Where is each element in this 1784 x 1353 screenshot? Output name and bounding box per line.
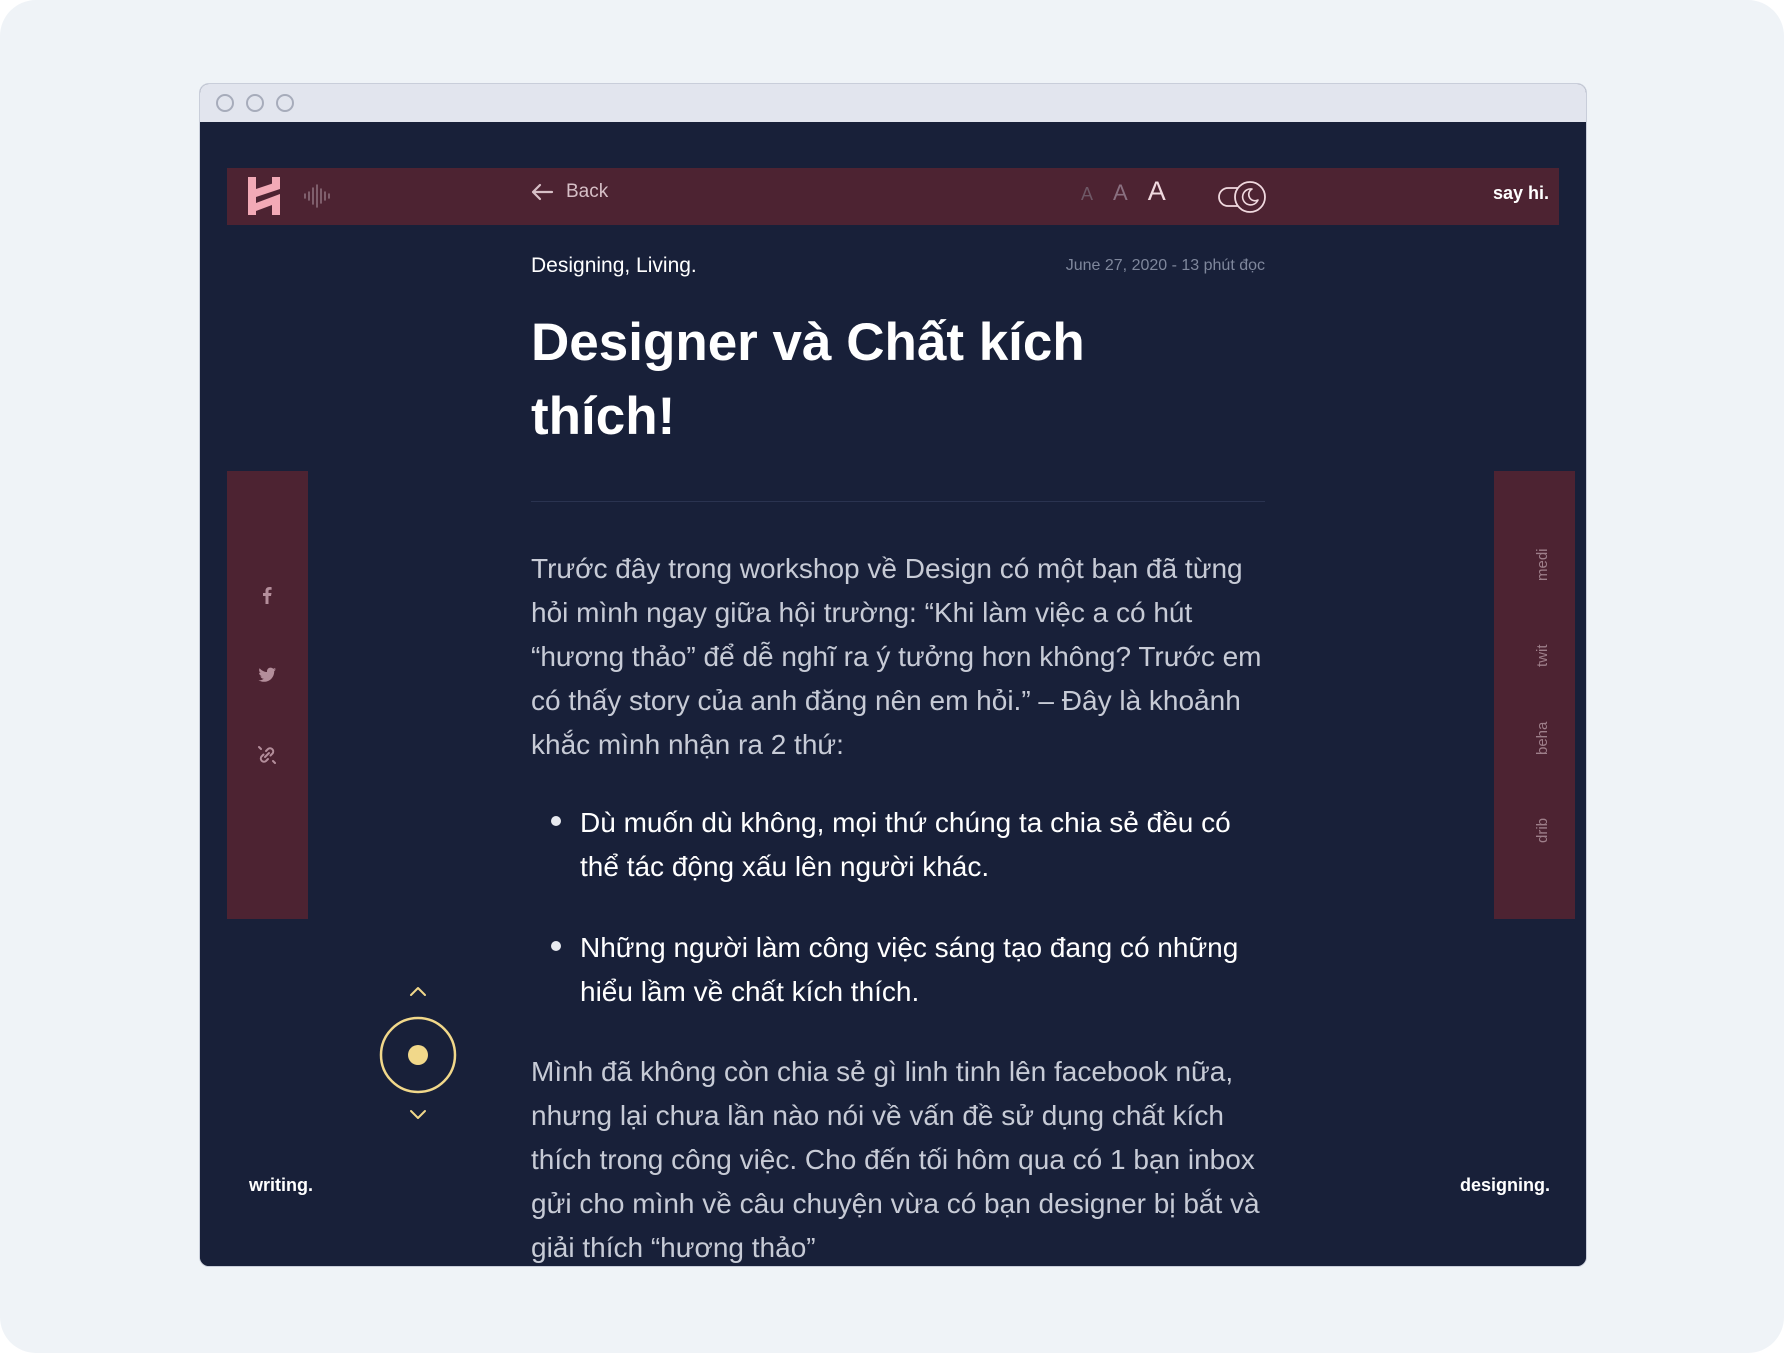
- designing-nav-link[interactable]: designing.: [1460, 1175, 1550, 1196]
- writing-nav-link[interactable]: writing.: [249, 1175, 313, 1196]
- bullet-item: Những người làm công việc sáng tạo đang …: [531, 926, 1271, 1014]
- article-categories[interactable]: Designing, Living.: [531, 254, 697, 278]
- back-link[interactable]: Back: [530, 181, 608, 203]
- say-hi-link[interactable]: say hi.: [1493, 183, 1549, 204]
- social-link-twitter[interactable]: twit: [1534, 645, 1551, 668]
- facebook-icon[interactable]: [255, 583, 279, 607]
- title-divider: [531, 501, 1265, 502]
- h-logo-icon[interactable]: [247, 176, 281, 216]
- link-icon[interactable]: [255, 743, 279, 767]
- bullet-text: Những người làm công việc sáng tạo đang …: [580, 932, 1239, 1007]
- social-link-medium[interactable]: medi: [1534, 548, 1551, 581]
- share-panel: [227, 471, 308, 919]
- chevron-up-icon[interactable]: [408, 984, 428, 998]
- moon-toggle-icon[interactable]: [1217, 179, 1269, 215]
- back-label: Back: [566, 181, 609, 202]
- scroll-position-indicator[interactable]: [378, 1015, 458, 1095]
- page-viewport: Back A A A say hi. Designing, Living. Ju…: [200, 122, 1586, 1266]
- page-background: Back A A A say hi. Designing, Living. Ju…: [0, 0, 1784, 1353]
- bullet-dot: [551, 816, 561, 826]
- article-paragraph: Trước đây trong workshop về Design có mộ…: [531, 553, 1262, 760]
- font-size-large-button[interactable]: A: [1148, 176, 1166, 207]
- window-maximize-button[interactable]: [276, 94, 294, 112]
- browser-window: Back A A A say hi. Designing, Living. Ju…: [199, 83, 1587, 1267]
- social-link-dribbble[interactable]: drib: [1534, 818, 1551, 843]
- article-title: Designer và Chất kích thích!: [531, 313, 1085, 446]
- font-size-switcher: A A A: [1081, 176, 1166, 207]
- social-panel: medi twit beha drib: [1494, 471, 1575, 919]
- scroll-control: [378, 984, 458, 1124]
- twitter-icon[interactable]: [255, 663, 279, 687]
- chevron-down-icon[interactable]: [408, 1108, 428, 1122]
- window-minimize-button[interactable]: [246, 94, 264, 112]
- window-close-button[interactable]: [216, 94, 234, 112]
- article-bullet-list: Dù muốn dù không, mọi thứ chúng ta chia …: [531, 801, 1271, 1014]
- article-paragraph: Mình đã không còn chia sẻ gì linh tinh l…: [531, 1056, 1260, 1263]
- top-navbar: Back A A A say hi.: [227, 168, 1559, 225]
- social-link-behance[interactable]: beha: [1534, 722, 1551, 755]
- window-titlebar: [200, 84, 1586, 122]
- arrow-left-icon: [531, 183, 554, 201]
- bullet-item: Dù muốn dù không, mọi thứ chúng ta chia …: [531, 801, 1271, 889]
- article-date: June 27, 2020 - 13 phút đọc: [1065, 257, 1265, 274]
- font-size-medium-button[interactable]: A: [1113, 180, 1128, 206]
- bullet-dot: [551, 941, 561, 951]
- font-size-small-button[interactable]: A: [1081, 184, 1093, 205]
- bullet-text: Dù muốn dù không, mọi thứ chúng ta chia …: [580, 807, 1231, 882]
- sound-wave-icon[interactable]: [303, 184, 331, 208]
- article-body: Trước đây trong workshop về Design có mộ…: [531, 547, 1271, 1266]
